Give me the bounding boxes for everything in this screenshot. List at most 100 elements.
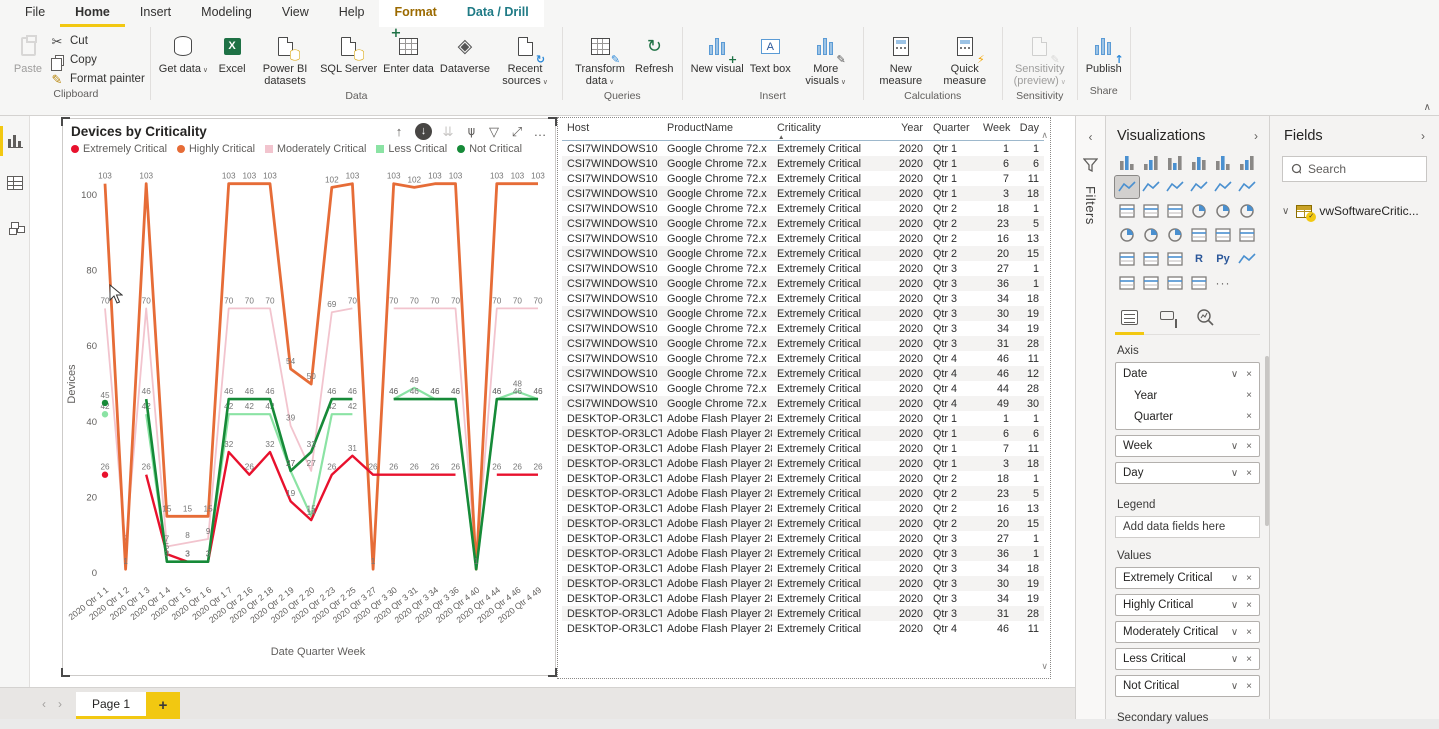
expand-next-level-icon[interactable]: ⇊ — [441, 124, 455, 140]
donut-chart-icon[interactable] — [1211, 200, 1235, 222]
remove-field-icon[interactable]: × — [1246, 681, 1252, 692]
table-row[interactable]: DESKTOP-OR3LCTGAdobe Flash Player 28.xEx… — [562, 441, 1044, 456]
key-influencers-icon[interactable] — [1235, 248, 1259, 270]
column-header-host[interactable]: Host — [562, 120, 662, 141]
collapse-fields-icon[interactable]: › — [1421, 129, 1425, 143]
get-data-button[interactable]: Get data ∨ — [156, 29, 211, 75]
collapse-ribbon-icon[interactable]: ∧ — [1424, 102, 1431, 113]
field-pill-moderately-critical[interactable]: Moderately Critical∨× — [1115, 621, 1260, 643]
table-row[interactable]: CSI7WINDOWS10Google Chrome 72.xExtremely… — [562, 261, 1044, 276]
field-pill-quarter[interactable]: Quarter× — [1116, 406, 1259, 427]
remove-field-icon[interactable]: × — [1246, 654, 1252, 665]
scroll-down-icon[interactable]: ∨ — [1041, 661, 1048, 672]
filter-icon[interactable]: ▽ — [487, 124, 501, 140]
format-painter-button[interactable]: ✎Format painter — [49, 72, 145, 86]
table-row[interactable]: CSI7WINDOWS10Google Chrome 72.xExtremely… — [562, 381, 1044, 396]
table-row[interactable]: DESKTOP-OR3LCTGAdobe Flash Player 28.xEx… — [562, 606, 1044, 621]
remove-field-icon[interactable]: × — [1246, 411, 1252, 422]
clustered-column-chart-icon[interactable] — [1187, 152, 1211, 174]
chevron-down-icon[interactable]: ∨ — [1231, 441, 1238, 452]
drill-down-icon[interactable]: ↓ — [415, 123, 432, 140]
search-input[interactable] — [1308, 162, 1418, 176]
chevron-down-icon[interactable]: ∨ — [1231, 654, 1238, 665]
chevron-down-icon[interactable]: ∨ — [1231, 573, 1238, 584]
quick-measure-button[interactable]: ⚡Quick measure — [933, 29, 997, 88]
table-visual[interactable]: HostProductNameCriticality▲YearQuarterWe… — [558, 118, 1050, 678]
table-row[interactable]: DESKTOP-OR3LCTGAdobe Flash Player 28.xEx… — [562, 576, 1044, 591]
waterfall-chart-icon[interactable] — [1115, 200, 1139, 222]
table-row[interactable]: CSI7WINDOWS10Google Chrome 72.xExtremely… — [562, 366, 1044, 381]
new-visual-button[interactable]: +New visual — [688, 29, 747, 75]
fields-search[interactable] — [1282, 156, 1427, 182]
table-row[interactable]: CSI7WINDOWS10Google Chrome 72.xExtremely… — [562, 141, 1044, 157]
q-and-a-icon[interactable] — [1139, 272, 1163, 294]
decomposition-tree-icon[interactable] — [1115, 272, 1139, 294]
expand-filters-icon[interactable]: ‹ — [1089, 130, 1093, 144]
ribbon-tab-file[interactable]: File — [10, 0, 60, 27]
stacked-column-chart-icon[interactable] — [1139, 152, 1163, 174]
table-row[interactable]: DESKTOP-OR3LCTGAdobe Flash Player 28.xEx… — [562, 621, 1044, 636]
add-page-button[interactable]: + — [146, 692, 180, 719]
excel-button[interactable]: XExcel — [211, 29, 253, 75]
power-apps-icon[interactable] — [1187, 272, 1211, 294]
previous-page-icon[interactable]: ‹ — [42, 697, 46, 711]
selection-handle[interactable] — [61, 117, 70, 126]
table-row[interactable]: CSI7WINDOWS10Google Chrome 72.xExtremely… — [562, 201, 1044, 216]
slicer-icon[interactable] — [1115, 248, 1139, 270]
kpi-icon[interactable] — [1235, 224, 1259, 246]
matrix-icon[interactable] — [1163, 248, 1187, 270]
page-tab[interactable]: Page 1 — [76, 692, 146, 719]
table-row[interactable]: DESKTOP-OR3LCTGAdobe Flash Player 28.xEx… — [562, 516, 1044, 531]
python-visual-icon[interactable]: Py — [1211, 248, 1235, 270]
100-stacked-bar-chart-icon[interactable] — [1211, 152, 1235, 174]
chevron-down-icon[interactable]: ∨ — [1231, 369, 1238, 380]
table-row[interactable]: CSI7WINDOWS10Google Chrome 72.xExtremely… — [562, 306, 1044, 321]
sensitivity-preview-button[interactable]: ✎Sensitivity (preview) ∨ — [1008, 29, 1072, 88]
legend-item-highly-critical[interactable]: Highly Critical — [177, 143, 255, 155]
table-row[interactable]: CSI7WINDOWS10Google Chrome 72.xExtremely… — [562, 321, 1044, 336]
field-pill-date[interactable]: Date∨× — [1116, 363, 1259, 385]
field-pill-day[interactable]: Day∨× — [1115, 462, 1260, 484]
more-options-icon[interactable]: … — [533, 124, 547, 140]
enter-data-button[interactable]: +Enter data — [380, 29, 437, 75]
sql-server-button[interactable]: SQL Server — [317, 29, 380, 75]
field-pill-week[interactable]: Week∨× — [1115, 435, 1260, 457]
table-row[interactable]: CSI7WINDOWS10Google Chrome 72.xExtremely… — [562, 291, 1044, 306]
next-page-icon[interactable]: › — [58, 697, 62, 711]
scatter-chart-icon[interactable] — [1163, 200, 1187, 222]
legend-item-not-critical[interactable]: Not Critical — [457, 143, 522, 155]
chevron-down-icon[interactable]: ∨ — [1231, 627, 1238, 638]
table-row[interactable]: DESKTOP-OR3LCTGAdobe Flash Player 28.xEx… — [562, 456, 1044, 471]
remove-field-icon[interactable]: × — [1246, 468, 1252, 479]
r-script-visual-icon[interactable]: R — [1187, 248, 1211, 270]
table-row[interactable]: DESKTOP-OR3LCTGAdobe Flash Player 28.xEx… — [562, 486, 1044, 501]
analytics-pane-tab[interactable] — [1196, 306, 1214, 328]
column-header-day[interactable]: Day — [1014, 120, 1044, 141]
legend-item-less-critical[interactable]: Less Critical — [376, 143, 447, 155]
legend-item-moderately-critical[interactable]: Moderately Critical — [265, 143, 366, 155]
new-measure-button[interactable]: New measure — [869, 29, 933, 88]
table-row[interactable]: DESKTOP-OR3LCTGAdobe Flash Player 28.xEx… — [562, 411, 1044, 426]
field-pill-not-critical[interactable]: Not Critical∨× — [1115, 675, 1260, 697]
ribbon-tab-insert[interactable]: Insert — [125, 0, 186, 27]
drill-up-icon[interactable]: ↑ — [392, 124, 406, 140]
model-view-button[interactable] — [0, 208, 30, 242]
ribbon-tab-help[interactable]: Help — [324, 0, 380, 27]
ribbon-chart-icon[interactable] — [1235, 176, 1259, 198]
ribbon-tab-format[interactable]: Format — [379, 0, 451, 27]
column-header-week[interactable]: Week — [978, 120, 1014, 141]
ribbon-tab-data-drill[interactable]: Data / Drill — [452, 0, 544, 27]
100-stacked-column-chart-icon[interactable] — [1235, 152, 1259, 174]
ribbon-tab-view[interactable]: View — [267, 0, 324, 27]
pie-chart-icon[interactable] — [1187, 200, 1211, 222]
selection-handle[interactable] — [548, 117, 557, 126]
dataset-table-item[interactable]: ∨ vwSoftwareCritic... — [1282, 204, 1427, 218]
report-canvas[interactable]: Devices by Criticality ↑↓⇊⋔▽⤢… Extremely… — [30, 116, 1075, 687]
line-chart-visual[interactable]: Devices by Criticality ↑↓⇊⋔▽⤢… Extremely… — [62, 118, 556, 676]
paginated-report-icon[interactable] — [1163, 272, 1187, 294]
remove-field-icon[interactable]: × — [1246, 390, 1252, 401]
table-row[interactable]: CSI7WINDOWS10Google Chrome 72.xExtremely… — [562, 186, 1044, 201]
cut-button[interactable]: ✂Cut — [49, 34, 145, 48]
table-row[interactable]: DESKTOP-OR3LCTGAdobe Flash Player 28.xEx… — [562, 591, 1044, 606]
data-view-button[interactable] — [0, 166, 30, 200]
